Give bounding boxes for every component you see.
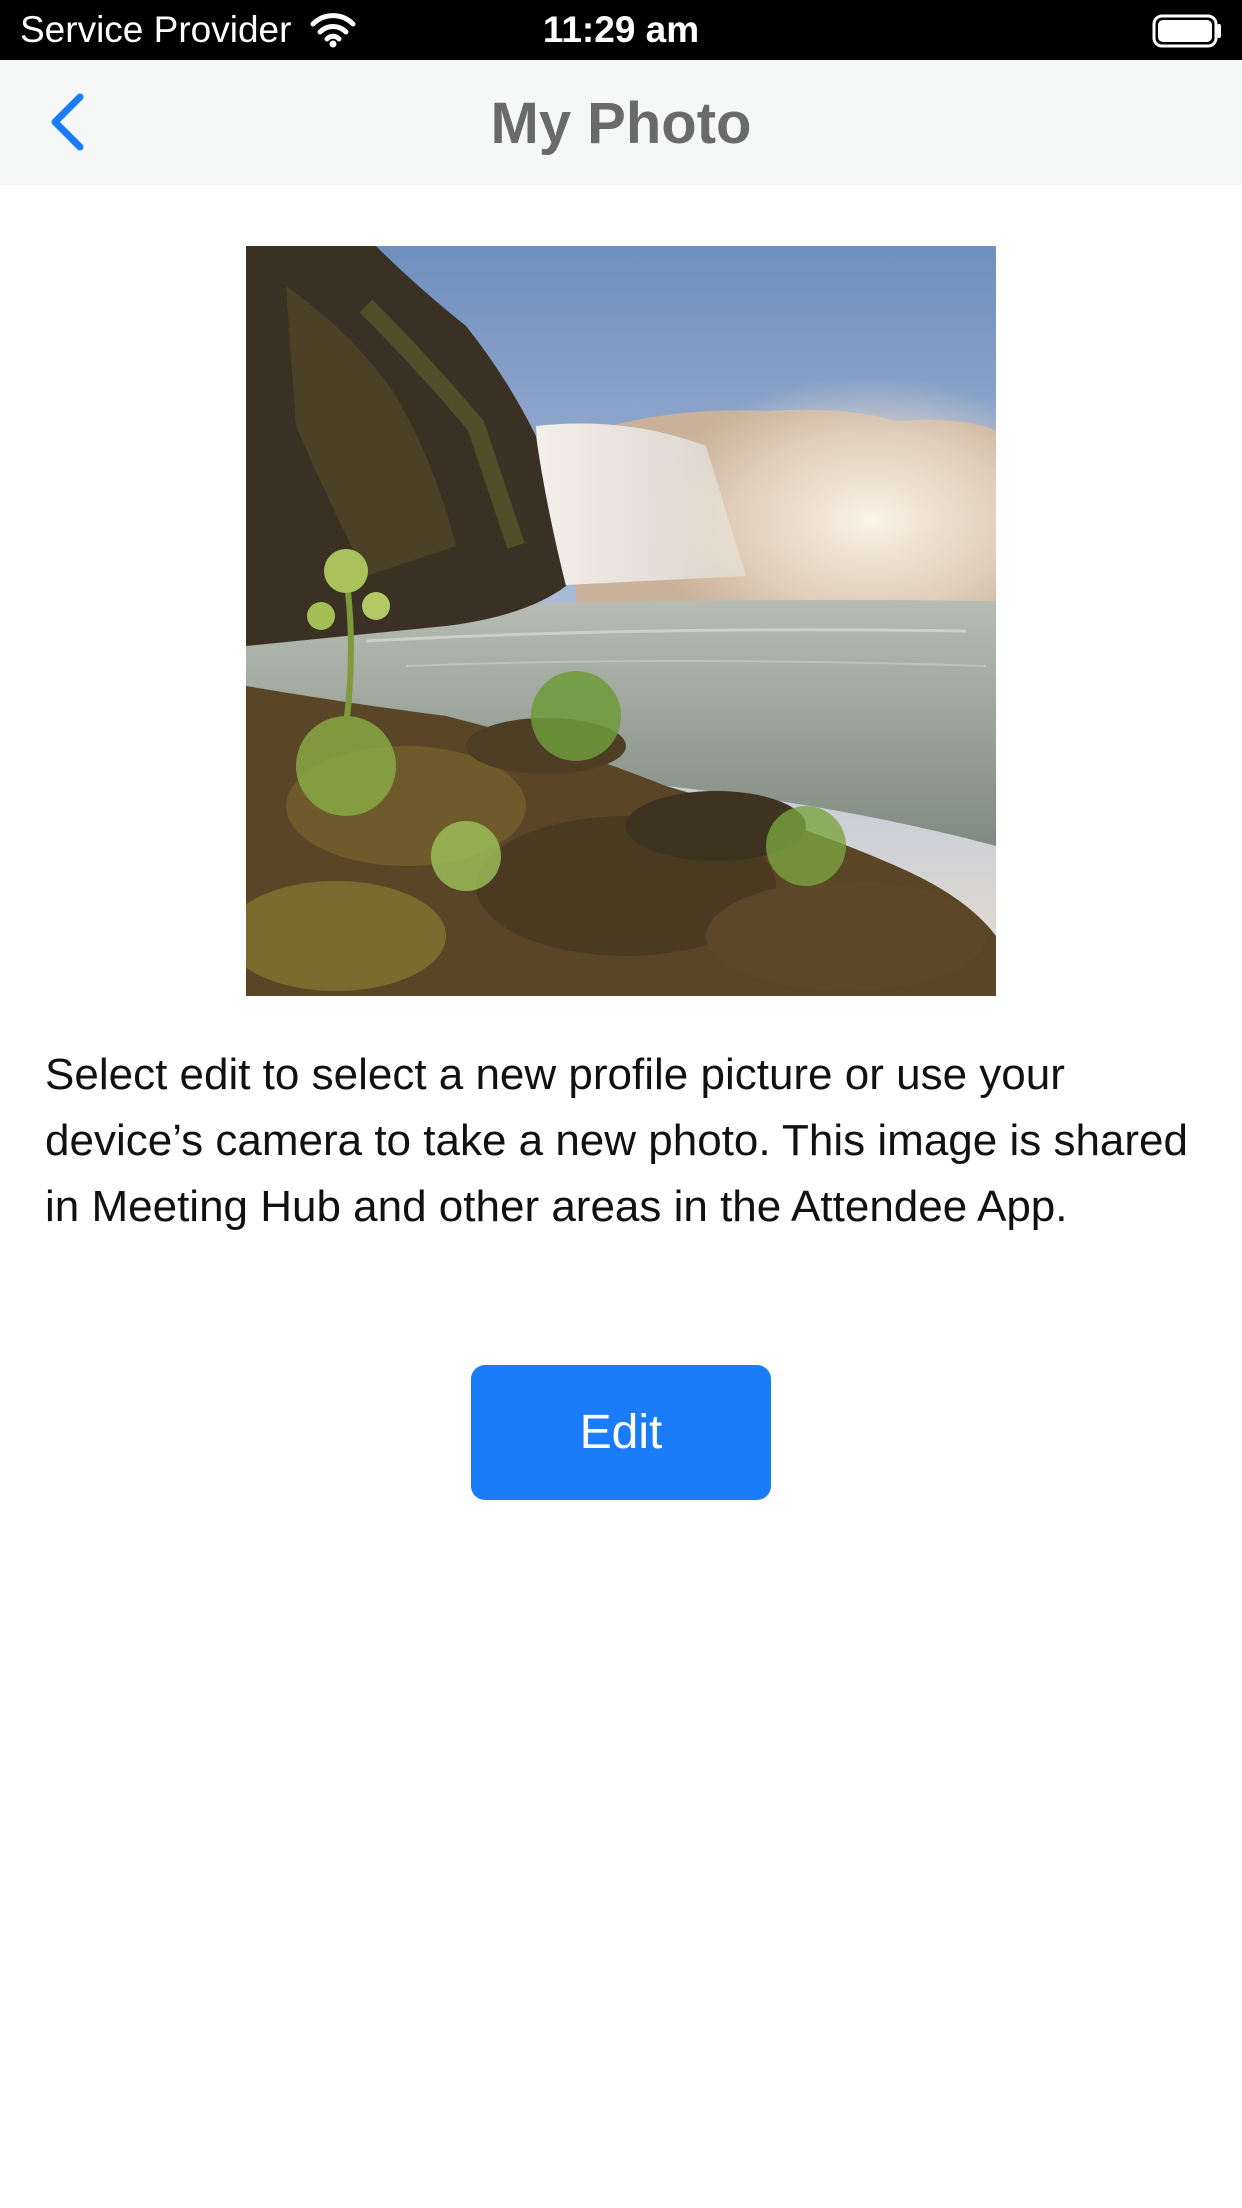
battery-full-icon [1152,14,1224,48]
profile-photo [246,246,996,996]
photo-description: Select edit to select a new profile pict… [45,1050,1188,1231]
navigation-bar: My Photo [0,60,1242,185]
status-bar: Service Provider 11:29 am [0,0,1242,60]
edit-button[interactable]: Edit [471,1365,771,1500]
page-title: My Photo [490,91,752,156]
status-time: 11:29 am [542,9,700,50]
